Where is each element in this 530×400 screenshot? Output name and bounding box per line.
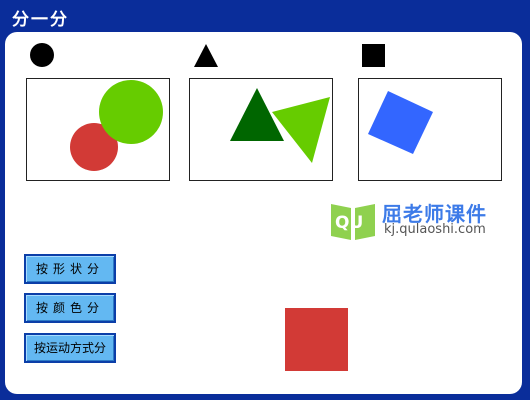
square-box-canvas [368, 91, 433, 154]
circle-sort-box[interactable] [26, 78, 170, 181]
watermark-logo-text: QU [335, 213, 363, 233]
triangle-box-canvas [230, 88, 330, 163]
title-bar: 分一分 [0, 0, 530, 32]
sort-by-color-button[interactable]: 按颜色分 [24, 293, 116, 323]
triangle-symbol-icon [194, 44, 218, 67]
square-sort-box[interactable] [358, 78, 502, 181]
draggable-red-square[interactable] [285, 308, 348, 371]
watermark-url: kj.qulaoshi.com [384, 222, 486, 237]
sort-by-shape-button[interactable]: 按形状分 [24, 254, 116, 284]
sort-by-motion-button[interactable]: 按运动方式分 [24, 333, 116, 363]
watermark-logo-icon: QU [331, 204, 375, 240]
square-symbol-icon [362, 44, 385, 67]
page-title: 分一分 [12, 10, 69, 30]
circle-box-canvas [70, 80, 163, 171]
triangle-sort-box[interactable] [189, 78, 333, 181]
circle-symbol-icon [30, 43, 54, 67]
green-circle-shape[interactable] [99, 80, 163, 144]
blue-square-shape[interactable] [368, 91, 433, 154]
light-green-triangle-shape[interactable] [272, 97, 330, 163]
